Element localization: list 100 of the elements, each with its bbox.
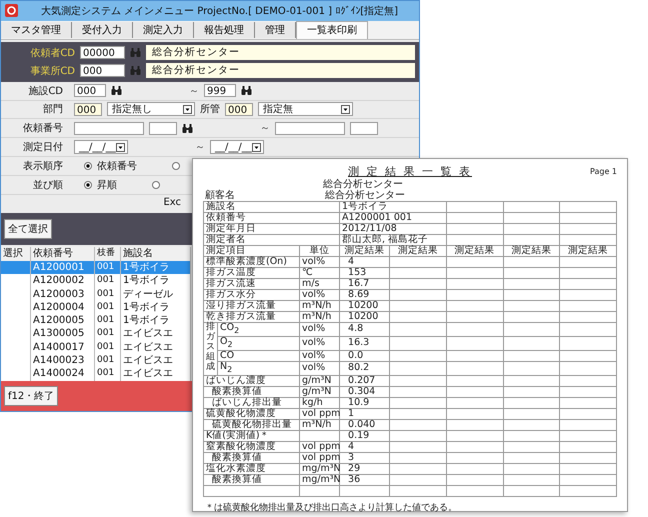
menu-tab[interactable]: 受付入力 (72, 22, 133, 38)
app-icon (5, 4, 18, 18)
table-cell: 塩化水素濃度 (204, 463, 300, 474)
table-cell: ばいじん排出量 (204, 397, 300, 408)
binoculars-icon[interactable] (241, 86, 252, 96)
field-label: 並び順 (32, 178, 63, 192)
table-cell: 10.9 (340, 397, 390, 408)
binoculars-icon[interactable] (182, 124, 193, 133)
table-row[interactable]: A1200004 001 1号ボイラ (1, 300, 191, 314)
menu-tab[interactable]: 報告処理 (194, 22, 255, 38)
table-cell: 4 (340, 256, 390, 268)
code-field[interactable]: 000 (74, 102, 102, 116)
column-header: 単位 (300, 246, 340, 256)
date-picker[interactable]: __/__/__ (74, 140, 128, 154)
menu-tab[interactable]: マスタ管理 (1, 22, 72, 38)
table-cell: kg/h (300, 397, 340, 408)
exit-button[interactable]: f12・終了 (4, 386, 58, 406)
code-field[interactable]: 000 (225, 102, 253, 116)
table-cell: 0.040 (340, 419, 390, 430)
table-cell: 硫黄酸化物排出量 (204, 419, 300, 430)
table-row[interactable]: A1200002 001 1号ボイラ (1, 274, 191, 288)
field-label: 依頼者CD (29, 46, 75, 60)
table-cell: 窒素酸化物濃度 (204, 441, 300, 452)
range-separator: ～ (260, 122, 270, 136)
table-cell: 2012/11/08 (340, 224, 446, 234)
column-header: 測定結果 (503, 246, 560, 256)
radio-label: 昇順 (97, 178, 117, 192)
window-title: 大気測定システム メインメニュー ProjectNo.[ DEMO-01-001 ] ﾛｸﾞｲﾝ[指定無] (40, 4, 400, 18)
table-row[interactable]: A1200003 001 ディーゼル (1, 288, 191, 301)
request-number-field[interactable] (275, 122, 345, 135)
table-cell (300, 430, 340, 442)
range-separator: ～ (195, 141, 205, 154)
table-cell: 8.69 (340, 290, 390, 300)
table-cell: 排ガス組成 (206, 323, 215, 372)
radio-button[interactable] (172, 162, 180, 170)
table-row[interactable]: A1300005 001 エイビスエ (1, 327, 191, 341)
caret-icon[interactable] (341, 104, 350, 114)
table-row[interactable]: A1400017 001 エイビスエ (1, 340, 191, 354)
table-cell: vol% (300, 256, 340, 268)
name-field: 総合分析センター (146, 45, 415, 60)
column-header: 測定結果 (340, 246, 390, 256)
code-field[interactable]: 000 (80, 64, 125, 78)
column-header: 測定結果 (560, 246, 616, 256)
select-all-button[interactable]: 全て選択 (4, 219, 52, 240)
department-dropdown[interactable]: 指定無し (107, 102, 195, 116)
request-number-field[interactable] (74, 122, 144, 135)
table-cell: O$_{2}$ (218, 336, 300, 350)
table-cell: m³N/h (300, 419, 340, 430)
report-title: 測 定 結 果 一 覧 表 (348, 164, 472, 178)
table-cell: 1 (340, 408, 390, 420)
field-label: 所管 (200, 102, 220, 116)
column-header: 測定結果 (446, 246, 503, 256)
menu-tab[interactable]: 管理 (255, 22, 296, 38)
table-cell: 16.3 (340, 336, 390, 350)
table-cell: vol ppm (300, 408, 340, 420)
table-cell: 0.19 (340, 430, 390, 442)
table-cell: 10200 (340, 300, 390, 312)
table-cell: 80.2 (340, 361, 390, 376)
table-row[interactable]: A1400023 001 エイビスエ (1, 354, 191, 368)
code-field[interactable]: 00000 (80, 46, 125, 60)
table-cell: 乾き排ガス流量 (204, 312, 300, 322)
radio-button[interactable] (152, 180, 160, 189)
branch-number-field[interactable] (350, 122, 378, 135)
branch-number-field[interactable] (149, 122, 177, 135)
table-cell: 36 (340, 474, 390, 486)
menu-tab[interactable]: 一覧表印刷 (296, 20, 368, 39)
code-field[interactable]: 000 (74, 84, 106, 98)
table-cell: 測定年月日 (204, 224, 340, 234)
table-cell: mg/m³N (300, 474, 340, 486)
table-cell: 153 (340, 268, 390, 278)
table-cell: 0.304 (340, 386, 390, 398)
caret-icon[interactable] (183, 104, 192, 114)
table-cell: CO$_{2}$ (218, 322, 300, 336)
radio-button[interactable] (84, 162, 92, 170)
menu-tab[interactable]: 測定入力 (133, 22, 194, 38)
table-cell: 排ガス流速 (204, 278, 300, 290)
column-header: 測定結果 (390, 246, 446, 256)
table-cell: 施設名 (204, 202, 340, 212)
date-picker[interactable]: __/__/__ (210, 140, 264, 154)
table-cell: 排ガス水分 (204, 290, 300, 300)
report-text: 総合分析センター (323, 179, 403, 190)
binoculars-icon[interactable] (111, 86, 122, 96)
caret-icon[interactable] (116, 142, 125, 152)
jurisdiction-dropdown[interactable]: 指定無 (258, 102, 353, 116)
table-cell: 29 (340, 463, 390, 474)
table-cell: 4.8 (340, 322, 390, 336)
radio-button[interactable] (84, 180, 92, 189)
code-field[interactable]: 999 (204, 84, 236, 98)
caret-icon[interactable] (252, 142, 261, 152)
table-cell: 3 (340, 452, 390, 464)
table-cell: 湿り排ガス流量 (204, 300, 300, 312)
name-field: 総合分析センター (146, 63, 415, 78)
table-row[interactable]: A1200005 001 1号ボイラ (1, 314, 191, 328)
table-cell: 10200 (340, 312, 390, 322)
table-cell: K値(実測値)＊ (204, 430, 300, 442)
table-cell: m³N/h (300, 300, 340, 312)
table-cell: CO (218, 350, 300, 362)
column-header: 測定項目 (204, 246, 300, 256)
table-cell: 0.0 (340, 350, 390, 362)
table-cell: g/m³N (300, 375, 340, 386)
